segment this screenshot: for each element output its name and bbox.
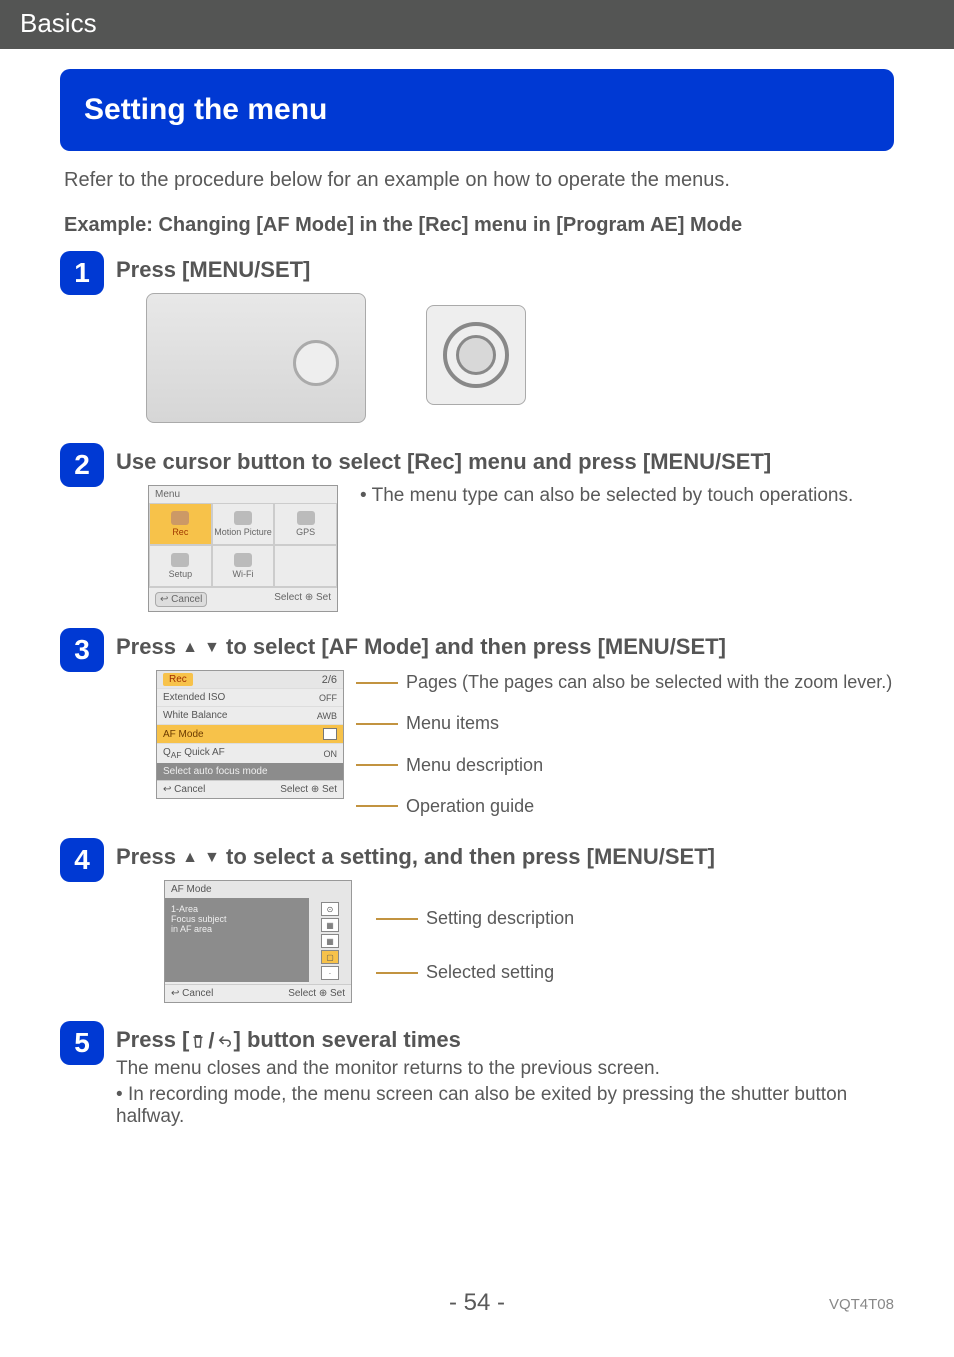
af-mode-screenshot: AF Mode 1-Area Focus subject in AF area … — [164, 880, 352, 1003]
setting-description-panel: 1-Area Focus subject in AF area — [165, 898, 309, 982]
menu-screenshot: Menu Rec Motion Picture GPS Setup Wi-Fi … — [148, 485, 338, 612]
step-number: 2 — [60, 443, 104, 487]
page-title: Setting the menu — [60, 69, 894, 151]
step-number: 5 — [60, 1021, 104, 1065]
intro-text: Refer to the procedure below for an exam… — [64, 169, 894, 192]
step-5-line2: • In recording mode, the menu screen can… — [116, 1084, 894, 1128]
step-number: 4 — [60, 838, 104, 882]
af-option: · — [321, 966, 339, 980]
up-triangle-icon: ▲ — [182, 639, 198, 656]
callout-desc: Menu description — [356, 755, 892, 776]
menu-row: Extended ISOOFF — [157, 688, 343, 706]
af-option-selected: ▢ — [321, 950, 339, 964]
down-triangle-icon: ▼ — [204, 639, 220, 656]
step-4-title: Press ▲ ▼ to select a setting, and then … — [116, 844, 894, 870]
menu-description: Select auto focus mode — [157, 763, 343, 780]
step-2-note: The menu type can also be selected by to… — [360, 485, 853, 507]
cancel-label: ↩ Cancel — [163, 784, 205, 795]
step-number: 1 — [60, 251, 104, 295]
menu-item-empty — [274, 545, 337, 587]
step-1-title: Press [MENU/SET] — [116, 257, 894, 283]
callout-guide: Operation guide — [356, 796, 892, 817]
down-triangle-icon: ▼ — [204, 849, 220, 866]
af-option: ▦ — [321, 918, 339, 932]
document-code: VQT4T08 — [829, 1296, 894, 1313]
page-indicator: 2/6 — [322, 674, 337, 686]
callout-selected: Selected setting — [376, 962, 574, 983]
step-3-title: Press ▲ ▼ to select [AF Mode] and then p… — [116, 634, 894, 660]
af-option: ▦ — [321, 934, 339, 948]
rec-tab: Rec — [163, 673, 193, 686]
setting-options: ⊙ ▦ ▦ ▢ · — [309, 898, 351, 984]
select-set-label: Select ⊕ Set — [288, 988, 345, 999]
menu-item-setup: Setup — [149, 545, 212, 587]
trash-back-icon: / — [189, 1028, 233, 1054]
step-2-title: Use cursor button to select [Rec] menu a… — [116, 449, 894, 475]
rec-menu-screenshot: Rec 2/6 Extended ISOOFF White BalanceAWB… — [156, 670, 344, 799]
step-2: 2 Use cursor button to select [Rec] menu… — [60, 443, 894, 614]
step-4: 4 Press ▲ ▼ to select a setting, and the… — [60, 838, 894, 1007]
camera-illustration — [146, 293, 366, 423]
af-option: ⊙ — [321, 902, 339, 916]
menu-item-motion: Motion Picture — [212, 503, 275, 545]
menu-row: QAF Quick AFON — [157, 743, 343, 763]
af-title: AF Mode — [165, 881, 351, 898]
select-set-label: Select ⊕ Set — [280, 784, 337, 795]
step-1: 1 Press [MENU/SET] — [60, 251, 894, 429]
section-header: Basics — [0, 0, 954, 49]
button-closeup-illustration — [426, 305, 526, 405]
step-3: 3 Press ▲ ▼ to select [AF Mode] and then… — [60, 628, 894, 824]
up-triangle-icon: ▲ — [182, 849, 198, 866]
callout-setting-desc: Setting description — [376, 908, 574, 929]
page-number: - 54 - — [0, 1289, 954, 1317]
callout-items: Menu items — [356, 713, 892, 734]
menu-row: White BalanceAWB — [157, 706, 343, 724]
menu-item-rec: Rec — [149, 503, 212, 545]
callout-pages: Pages (The pages can also be selected wi… — [356, 672, 892, 693]
step-5-title: Press [ / ] button several times — [116, 1027, 894, 1054]
step-5: 5 Press [ / ] button several times The m… — [60, 1021, 894, 1128]
section-name: Basics — [20, 8, 97, 38]
example-heading: Example: Changing [AF Mode] in the [Rec]… — [64, 214, 894, 237]
step-number: 3 — [60, 628, 104, 672]
menu-item-wifi: Wi-Fi — [212, 545, 275, 587]
menu-title: Menu — [149, 486, 337, 503]
select-set-label: Select ⊕ Set — [274, 592, 331, 607]
cancel-label: ↩ Cancel — [171, 988, 213, 999]
menu-item-gps: GPS — [274, 503, 337, 545]
menu-row-selected: AF Mode — [157, 724, 343, 743]
step-5-line1: The menu closes and the monitor returns … — [116, 1058, 894, 1080]
cancel-label: ↩ Cancel — [155, 592, 207, 607]
